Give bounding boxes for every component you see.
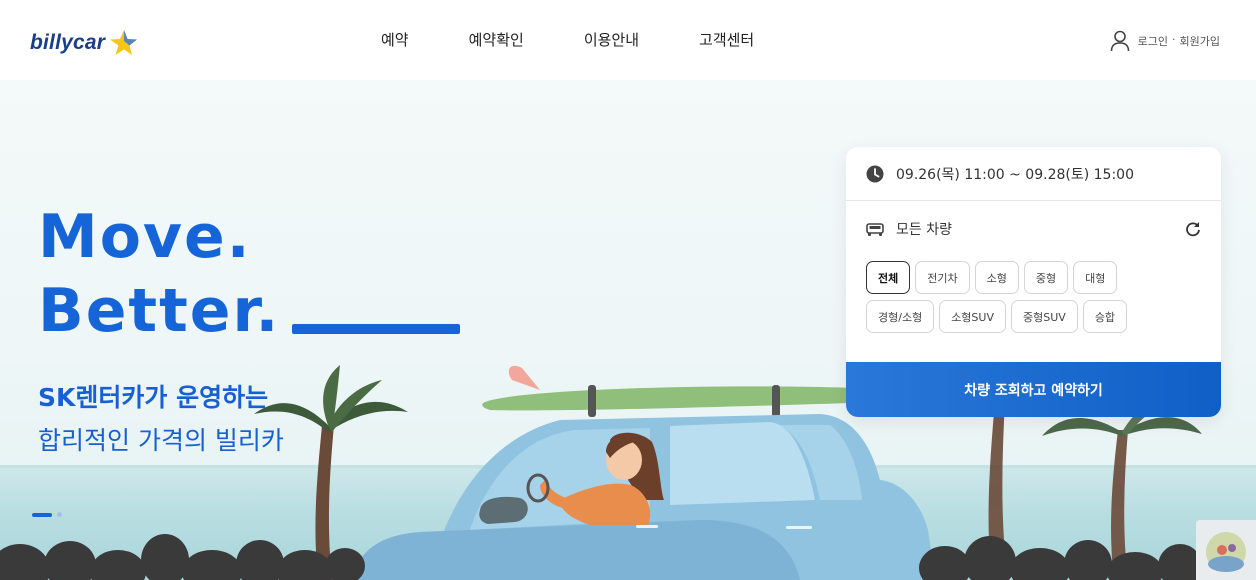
logo[interactable]: billycar (30, 28, 138, 58)
date-range-text: 09.26(목) 11:00 ~ 09.28(토) 15:00 (896, 166, 1134, 183)
chip-midsize[interactable]: 중형 (1023, 261, 1069, 294)
nav-item-guide[interactable]: 이용안내 (584, 29, 639, 50)
vehicle-type-section: 모든 차량 전체 전기차 소형 중형 대형 경형/소형 소형SUV 중형SUV … (846, 201, 1221, 333)
hero-subtitle-1: SK렌터카가 운영하는 (38, 383, 269, 412)
vehicle-type-chips: 전체 전기차 소형 중형 대형 경형/소형 소형SUV 중형SUV 승합 (866, 261, 1186, 333)
signup-link[interactable]: 회원가입 (1180, 33, 1220, 49)
chip-small-suv[interactable]: 소형SUV (939, 300, 1006, 333)
badge-icon (1206, 532, 1246, 572)
logo-text: billycar (30, 31, 106, 54)
user-links-separator: · (1172, 33, 1176, 46)
headline-line-1: Move. (38, 202, 252, 272)
star-icon (110, 30, 138, 55)
user-icon[interactable] (1110, 30, 1130, 52)
booking-panel: 09.26(목) 11:00 ~ 09.28(토) 15:00 모든 차량 전체… (846, 147, 1221, 417)
car-icon (866, 223, 884, 236)
chip-small[interactable]: 소형 (974, 261, 1019, 294)
nav-item-reservation-check[interactable]: 예약확인 (469, 29, 524, 50)
search-and-book-button[interactable]: 차량 조회하고 예약하기 (846, 362, 1221, 417)
chip-midsize-suv[interactable]: 중형SUV (1011, 300, 1078, 333)
floating-badge[interactable] (1196, 520, 1256, 580)
headline-line-2: Better. (38, 276, 281, 346)
chip-electric[interactable]: 전기차 (915, 261, 970, 294)
user-area: 로그인 · 회원가입 (1110, 30, 1220, 52)
hero-headline: Move. Better. (38, 200, 461, 348)
nav-item-customer-center[interactable]: 고객센터 (699, 29, 754, 50)
headline-underline (292, 324, 461, 334)
chip-all[interactable]: 전체 (866, 261, 911, 294)
pager-dot[interactable] (57, 512, 62, 517)
chip-compact-small[interactable]: 경형/소형 (866, 300, 935, 333)
refresh-icon[interactable] (1185, 221, 1201, 237)
login-link[interactable]: 로그인 (1138, 33, 1168, 49)
date-range-selector[interactable]: 09.26(목) 11:00 ~ 09.28(토) 15:00 (846, 147, 1221, 201)
pager-active-dot[interactable] (32, 512, 52, 517)
nav-item-reservation[interactable]: 예약 (381, 29, 409, 50)
header: billycar 예약 예약확인 이용안내 고객센터 로그인 · 회원가입 (0, 0, 1256, 80)
chip-large[interactable]: 대형 (1073, 261, 1118, 294)
hero-subtitle-2: 합리적인 가격의 빌리카 (38, 426, 284, 455)
chip-van[interactable]: 승합 (1082, 300, 1128, 333)
surfboard (482, 365, 902, 417)
vehicle-type-label: 모든 차량 (896, 222, 952, 238)
user-links: 로그인 · 회원가입 (1138, 33, 1220, 49)
main-nav: 예약 예약확인 이용안내 고객센터 (360, 29, 814, 50)
clock-icon (866, 165, 884, 182)
slide-pager (32, 512, 62, 517)
